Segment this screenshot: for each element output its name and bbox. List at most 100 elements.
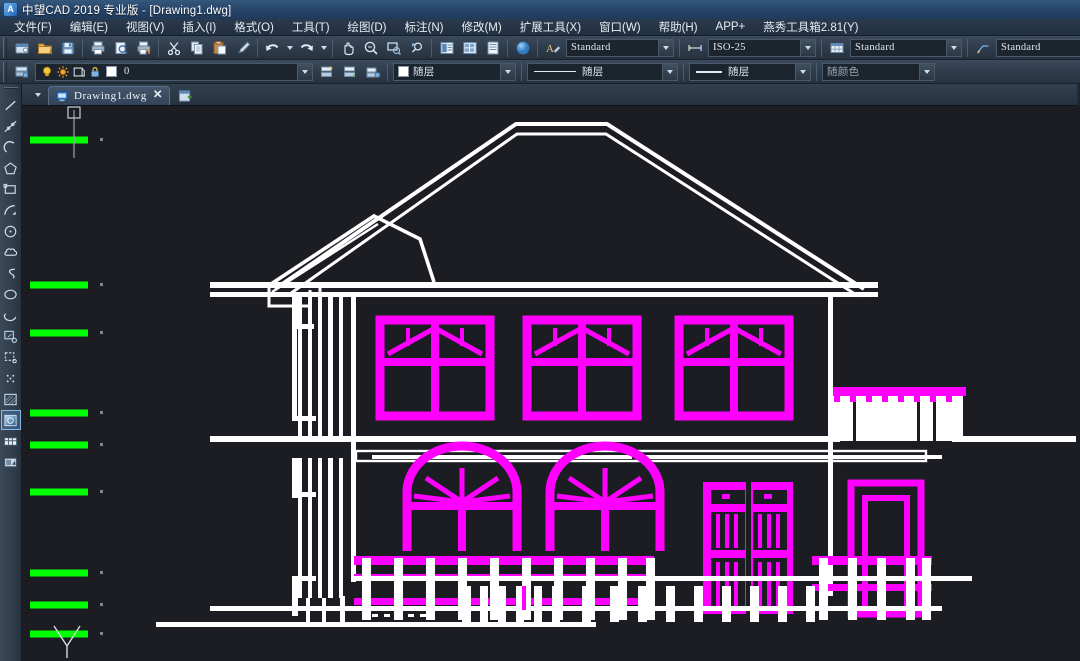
close-icon[interactable]: ✕	[152, 90, 164, 102]
draw-tool-spline[interactable]	[1, 263, 21, 283]
menu-format[interactable]: 格式(O)	[225, 18, 283, 37]
menu-view[interactable]: 视图(V)	[117, 18, 173, 37]
draw-tool-make-block[interactable]	[1, 347, 21, 367]
copy-button[interactable]	[186, 37, 207, 58]
help-button[interactable]	[512, 37, 533, 58]
draw-tool-revision-cloud[interactable]	[1, 242, 21, 262]
toolbar-grip[interactable]	[3, 87, 18, 92]
sun-icon[interactable]	[56, 65, 70, 79]
layer-combo[interactable]: 0	[35, 62, 313, 81]
open-button[interactable]	[34, 37, 55, 58]
cut-button[interactable]	[163, 37, 184, 58]
plot-style-dropdown-button[interactable]	[919, 63, 934, 80]
make-object-layer-current-button[interactable]	[316, 61, 337, 82]
draw-tool-construction-line[interactable]	[1, 116, 21, 136]
multileader-style-button[interactable]	[972, 37, 993, 58]
text-style-button[interactable]: A	[542, 37, 563, 58]
table-style-button[interactable]	[826, 37, 847, 58]
menu-dimension[interactable]: 标注(N)	[396, 18, 453, 37]
draw-tool-arc[interactable]	[1, 200, 21, 220]
match-properties-button[interactable]	[232, 37, 253, 58]
pan-button[interactable]	[337, 37, 358, 58]
drawing-canvas[interactable]	[22, 106, 1080, 661]
undo-dropdown-button[interactable]	[284, 37, 295, 58]
layer-restore-button[interactable]	[362, 61, 383, 82]
plot-style-combo[interactable]: 随颜色	[822, 62, 935, 81]
draw-tool-polygon[interactable]	[1, 158, 21, 178]
print-button[interactable]	[87, 37, 108, 58]
multileader-style-combo[interactable]: Standard	[996, 38, 1080, 57]
menu-window[interactable]: 窗口(W)	[590, 18, 650, 37]
menu-draw[interactable]: 绘图(D)	[339, 18, 396, 37]
draw-tool-region[interactable]	[1, 452, 21, 472]
menu-tools[interactable]: 工具(T)	[283, 18, 339, 37]
toolbar-grip[interactable]	[2, 61, 8, 82]
lineweight-dropdown-button[interactable]	[795, 63, 810, 80]
menu-file[interactable]: 文件(F)	[5, 18, 61, 37]
viewport-freeze-icon[interactable]	[72, 65, 86, 79]
menu-express-tools[interactable]: 扩展工具(X)	[511, 18, 590, 37]
draw-tool-circle[interactable]	[1, 221, 21, 241]
menu-edit[interactable]: 编辑(E)	[61, 18, 117, 37]
zoom-realtime-button[interactable]	[360, 37, 381, 58]
text-style-dropdown-button[interactable]	[658, 39, 673, 56]
layer-properties-button[interactable]	[11, 61, 32, 82]
menu-insert[interactable]: 插入(I)	[173, 18, 225, 37]
padlock-icon[interactable]	[88, 65, 102, 79]
draw-tool-ellipse[interactable]	[1, 284, 21, 304]
layer-previous-button[interactable]	[339, 61, 360, 82]
redo-button[interactable]	[296, 37, 317, 58]
zoom-previous-button[interactable]	[406, 37, 427, 58]
layer-dropdown-button[interactable]	[297, 63, 312, 80]
upper-window-2[interactable]	[522, 315, 642, 421]
draw-tool-insert-block[interactable]	[1, 326, 21, 346]
upper-window-3[interactable]	[674, 315, 794, 421]
linetype-dropdown-button[interactable]	[662, 63, 677, 80]
menu-modify[interactable]: 修改(M)	[452, 18, 510, 37]
tab-list-dropdown-button[interactable]	[30, 85, 46, 105]
text-style-combo[interactable]: Standard	[566, 38, 674, 57]
draw-tool-gradient[interactable]	[0, 410, 21, 430]
tool-palettes-button[interactable]	[482, 37, 503, 58]
draw-tool-ellipse-arc[interactable]	[1, 305, 21, 325]
menu-help[interactable]: 帮助(H)	[650, 18, 707, 37]
save-button[interactable]	[57, 37, 78, 58]
zoom-window-button[interactable]	[383, 37, 404, 58]
properties-button[interactable]	[436, 37, 457, 58]
menu-yanxiu-toolbox[interactable]: 燕秀工具箱2.81(Y)	[754, 18, 867, 37]
dimension-style-combo[interactable]: ISO-25	[708, 38, 816, 57]
upper-windows[interactable]	[375, 315, 794, 421]
draw-tool-line[interactable]	[1, 95, 21, 115]
print-preview-button[interactable]	[110, 37, 131, 58]
draw-tool-arc-open[interactable]	[1, 137, 21, 157]
toolbar-grip[interactable]	[2, 37, 8, 58]
document-tab-drawing1[interactable]: Drawing1.dwg ✕	[48, 86, 170, 105]
table-style-combo[interactable]: Standard	[850, 38, 962, 57]
lineweight-combo[interactable]: 随层	[689, 62, 811, 81]
draw-tool-point[interactable]	[1, 368, 21, 388]
new-document-tab-button[interactable]	[176, 87, 195, 105]
lower-floor-walls[interactable]	[292, 458, 343, 616]
menu-app-plus[interactable]: APP+	[707, 20, 755, 35]
dimension-style-dropdown-button[interactable]	[800, 39, 815, 56]
plot-button[interactable]	[133, 37, 154, 58]
draw-tool-hatch[interactable]	[1, 389, 21, 409]
design-center-button[interactable]	[459, 37, 480, 58]
paste-button[interactable]	[209, 37, 230, 58]
new-button[interactable]	[11, 37, 32, 58]
linetype-combo[interactable]: 随层	[527, 62, 678, 81]
draw-tool-table[interactable]	[1, 431, 21, 451]
object-color-dropdown-button[interactable]	[500, 63, 515, 80]
upper-window-1[interactable]	[375, 315, 495, 421]
redo-dropdown-button[interactable]	[318, 37, 329, 58]
roof-geometry[interactable]	[210, 122, 878, 308]
lightbulb-icon[interactable]	[40, 65, 54, 79]
undo-button[interactable]	[262, 37, 283, 58]
object-color-combo[interactable]: 随层	[393, 62, 516, 81]
table-style-dropdown-button[interactable]	[946, 39, 961, 56]
right-canopy[interactable]	[828, 296, 966, 441]
dimension-style-button[interactable]	[684, 37, 705, 58]
draw-tool-rectangle[interactable]	[1, 179, 21, 199]
selected-level-lines[interactable]	[30, 136, 88, 638]
entity-grip-marker[interactable]	[67, 106, 81, 158]
